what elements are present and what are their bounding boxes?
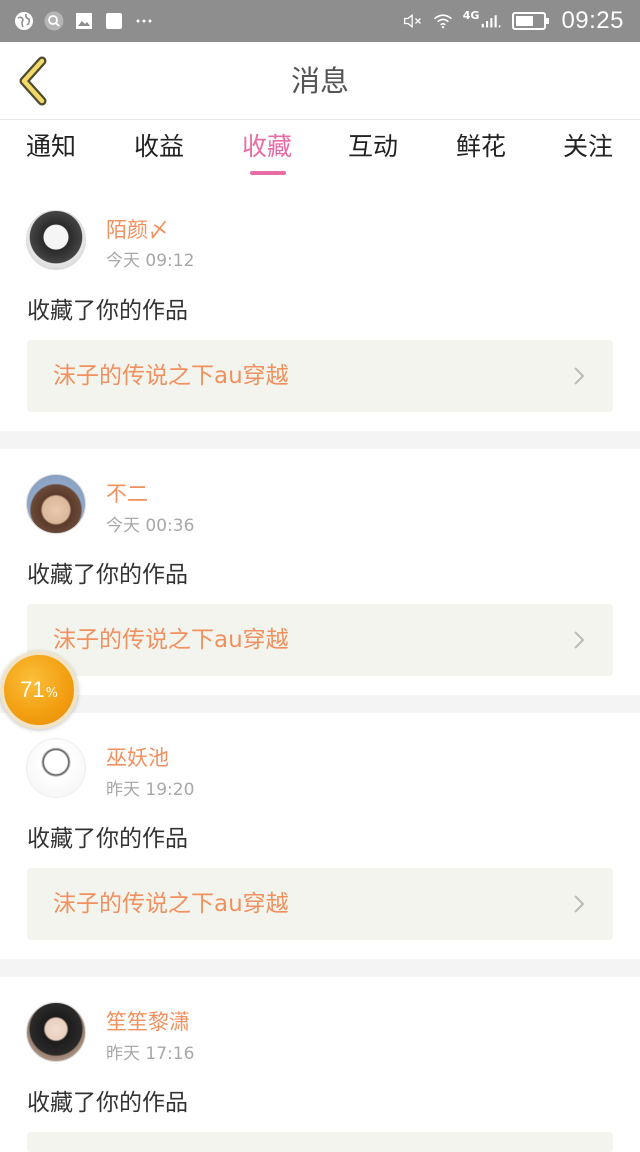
work-title: 沫子的传说之下au穿越 — [53, 891, 289, 917]
floating-progress-badge[interactable]: 71% — [0, 651, 78, 729]
page-title: 消息 — [290, 64, 349, 98]
mute-icon — [403, 11, 423, 31]
message-card: 笙笙黎潇 昨天 17:16 收藏了你的作品 — [0, 977, 640, 1152]
badge-unit: % — [45, 685, 58, 701]
battery-icon — [511, 11, 551, 31]
avatar[interactable] — [26, 210, 86, 270]
tab-follow[interactable]: 关注 — [543, 121, 633, 183]
active-tab-indicator — [250, 171, 286, 175]
user-name[interactable]: 笙笙黎潇 — [106, 1006, 190, 1036]
message-time: 昨天 19:20 — [106, 780, 195, 800]
more-icon — [134, 11, 154, 31]
image-icon — [74, 11, 94, 31]
work-link[interactable] — [27, 1132, 613, 1152]
chevron-right-icon — [574, 631, 585, 649]
message-card: 陌颜〆 今天 09:12 收藏了你的作品 沫子的传说之下au穿越 — [0, 183, 640, 431]
tab-earnings[interactable]: 收益 — [114, 121, 204, 183]
message-time: 今天 00:36 — [106, 516, 195, 536]
back-button[interactable] — [16, 56, 52, 106]
tab-interaction[interactable]: 互动 — [328, 121, 418, 183]
status-bar: 4G 09:25 — [0, 0, 640, 42]
work-link[interactable]: 沫子的传说之下au穿越 — [27, 604, 613, 676]
avatar[interactable] — [26, 1002, 86, 1062]
action-text: 收藏了你的作品 — [27, 826, 188, 852]
status-time: 09:25 — [561, 7, 624, 34]
tab-bar: 通知 收益 收藏 互动 鲜花 关注 — [0, 121, 640, 183]
chevron-right-icon — [574, 367, 585, 385]
chevron-right-icon — [574, 895, 585, 913]
wifi-icon — [433, 11, 453, 31]
globe-icon — [14, 11, 34, 31]
message-card: 不二 今天 00:36 收藏了你的作品 沫子的传说之下au穿越 — [0, 449, 640, 695]
action-text: 收藏了你的作品 — [27, 562, 188, 588]
work-title: 沫子的传说之下au穿越 — [53, 363, 289, 389]
network-type: 4G — [462, 8, 480, 22]
action-text: 收藏了你的作品 — [27, 1090, 188, 1116]
divider — [0, 959, 640, 977]
action-text: 收藏了你的作品 — [27, 298, 188, 324]
signal-icon — [481, 11, 501, 31]
message-card: 巫妖池 昨天 19:20 收藏了你的作品 沫子的传说之下au穿越 — [0, 713, 640, 959]
user-name[interactable]: 不二 — [106, 478, 148, 508]
work-link[interactable]: 沫子的传说之下au穿越 — [27, 868, 613, 940]
nav-header: 消息 — [0, 42, 640, 120]
user-name[interactable]: 巫妖池 — [106, 742, 169, 772]
tab-notice[interactable]: 通知 — [6, 121, 96, 183]
avatar[interactable] — [26, 474, 86, 534]
tab-flowers[interactable]: 鲜花 — [436, 121, 526, 183]
divider — [0, 695, 640, 713]
badge-value: 71 — [20, 677, 45, 702]
message-time: 昨天 17:16 — [106, 1044, 195, 1064]
work-title: 沫子的传说之下au穿越 — [53, 627, 289, 653]
work-link[interactable]: 沫子的传说之下au穿越 — [27, 340, 613, 412]
square-icon — [104, 11, 124, 31]
chevron-left-icon — [19, 56, 47, 106]
divider — [0, 431, 640, 449]
message-time: 今天 09:12 — [106, 251, 195, 271]
avatar[interactable] — [26, 738, 86, 798]
search-icon — [44, 11, 64, 31]
user-name[interactable]: 陌颜〆 — [106, 214, 169, 244]
